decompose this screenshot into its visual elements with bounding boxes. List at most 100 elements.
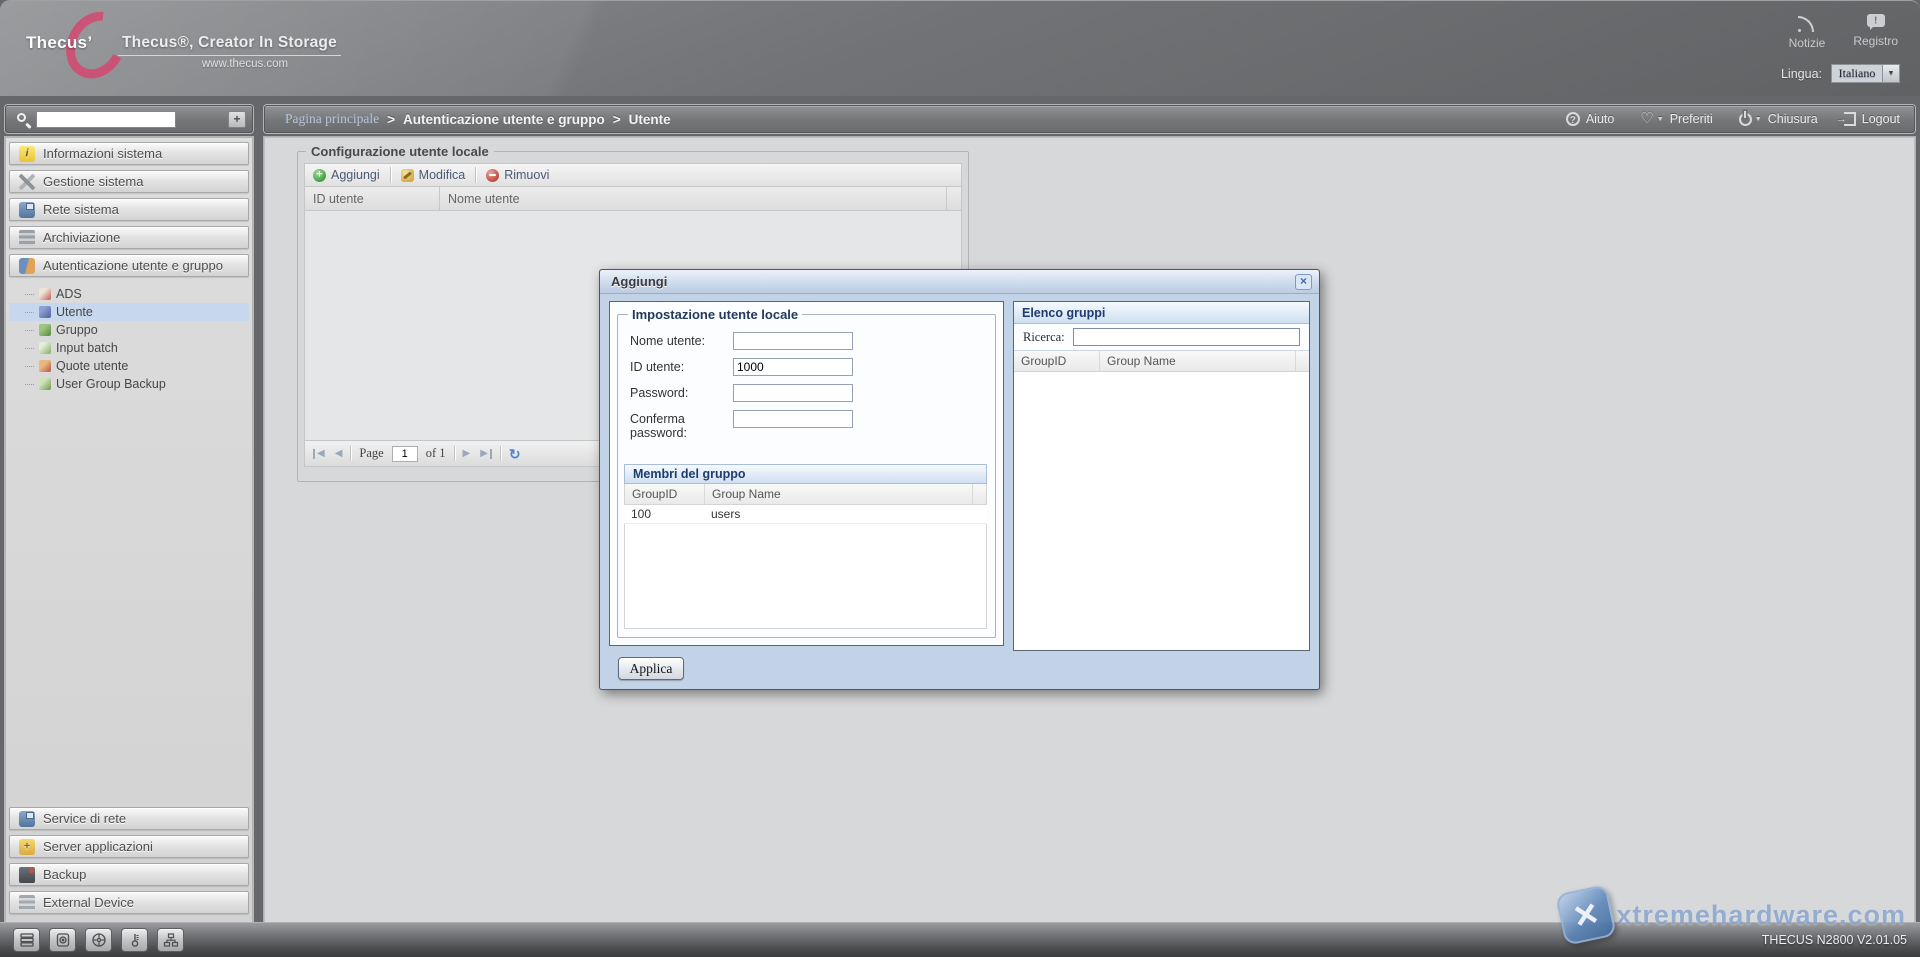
status-bar: THECUS N2800 V2.01.05 <box>0 922 1920 957</box>
submenu-item-input-batch[interactable]: Input batch <box>9 339 249 357</box>
sidebar-item-service-di-rete[interactable]: Service di rete <box>9 807 249 830</box>
language-select-value[interactable]: Italiano <box>1831 64 1883 83</box>
column-header-groupid[interactable]: GroupID <box>1014 351 1100 371</box>
breadcrumb-home-link[interactable]: Pagina principale <box>285 111 379 127</box>
disk-status-icon[interactable] <box>49 928 76 952</box>
group-search-input[interactable] <box>1073 328 1300 346</box>
network-icon <box>19 811 35 827</box>
row-spacer <box>974 505 987 523</box>
submenu-item-ads[interactable]: ADS <box>9 285 249 303</box>
sidebar-item-gestione-sistema[interactable]: Gestione sistema <box>9 170 249 193</box>
server-status-icon[interactable] <box>13 928 40 952</box>
search-icon <box>17 113 26 122</box>
sidebar-search-input[interactable] <box>36 111 176 128</box>
chiusura-button[interactable]: ▼ Chiusura <box>1739 112 1818 126</box>
submenu-item-gruppo[interactable]: Gruppo <box>9 321 249 339</box>
page-number-input[interactable] <box>392 446 418 462</box>
groups-grid-body <box>1014 373 1309 650</box>
paging-separator <box>500 446 501 461</box>
column-header-groupname[interactable]: Group Name <box>705 484 973 504</box>
sidebar-item-label: Archiviazione <box>43 230 120 245</box>
column-header-groupid[interactable]: GroupID <box>625 484 705 504</box>
column-header-nome-utente[interactable]: Nome utente <box>440 187 947 210</box>
sidebar-item-label: Rete sistema <box>43 202 119 217</box>
registro-label: Registro <box>1853 34 1898 48</box>
rimuovi-button[interactable]: Rimuovi <box>483 167 552 183</box>
submenu-item-quote-utente[interactable]: Quote utente <box>9 357 249 375</box>
sidebar-item-informazioni-sistema[interactable]: Informazioni sistema <box>9 142 249 165</box>
preferiti-label: Preferiti <box>1670 112 1713 126</box>
conferma-password-field[interactable] <box>733 410 853 428</box>
sidebar-item-label: Server applicazioni <box>43 839 153 854</box>
add-icon <box>313 169 326 182</box>
user-group-backup-icon <box>39 378 51 390</box>
log-bubble-icon <box>1867 14 1885 27</box>
network-status-icon[interactable] <box>157 928 184 952</box>
prev-page-button[interactable]: ◀ <box>335 449 343 459</box>
ads-icon <box>39 288 51 300</box>
column-header-id-utente[interactable]: ID utente <box>305 187 440 210</box>
submenu-item-user-group-backup[interactable]: User Group Backup <box>9 375 249 393</box>
rss-icon <box>1798 14 1816 32</box>
id-utente-field[interactable] <box>733 358 853 376</box>
modifica-button[interactable]: Modifica <box>398 167 469 183</box>
column-header-groupname[interactable]: Group Name <box>1100 351 1296 371</box>
submenu-item-utente[interactable]: Utente <box>9 303 249 321</box>
notizie-button[interactable]: Notizie <box>1789 14 1826 50</box>
user-grid-toolbar: Aggiungi Modifica Rimuovi <box>304 163 962 187</box>
column-header-spacer <box>1296 351 1309 371</box>
logout-button[interactable]: Logout <box>1844 112 1900 126</box>
sidebar-item-server-applicazioni[interactable]: Server applicazioni <box>9 835 249 858</box>
conferma-password-label: Conferma password: <box>630 410 733 441</box>
column-header-spacer <box>973 484 986 504</box>
refresh-icon[interactable]: ↻ <box>509 447 521 461</box>
members-grid-row[interactable]: 100 users <box>624 505 987 524</box>
header-website: www.thecus.com <box>118 58 372 70</box>
last-page-button[interactable]: ▶ <box>478 449 492 459</box>
first-page-button[interactable]: ◀ <box>313 449 327 459</box>
page-label: Page <box>359 446 383 461</box>
paging-separator <box>454 446 455 461</box>
aiuto-label: Aiuto <box>1586 112 1615 126</box>
network-icon <box>19 202 35 218</box>
ricerca-label: Ricerca: <box>1023 330 1065 345</box>
dialog-close-button[interactable]: × <box>1295 274 1312 290</box>
sidebar-expand-button[interactable]: + <box>228 111 246 128</box>
dialog-body: Impostazione utente locale Nome utente: … <box>600 294 1319 689</box>
groupname-cell: users <box>704 505 974 523</box>
user-grid-header: ID utente Nome utente <box>304 187 962 211</box>
rimuovi-label: Rimuovi <box>504 168 549 182</box>
column-header-spacer <box>947 187 961 210</box>
sidebar-item-archiviazione[interactable]: Archiviazione <box>9 226 249 249</box>
breadcrumb: Pagina principale > Autenticazione utent… <box>285 106 671 132</box>
submenu-label: User Group Backup <box>56 377 166 391</box>
external-device-icon <box>19 895 35 911</box>
password-field[interactable] <box>733 384 853 402</box>
header-tagline: Thecus®, Creator In Storage <box>118 34 341 56</box>
nome-utente-field[interactable] <box>733 332 853 350</box>
next-page-button[interactable]: ▶ <box>463 449 471 459</box>
firmware-version-label: THECUS N2800 V2.01.05 <box>1762 933 1907 947</box>
logout-label: Logout <box>1862 112 1900 126</box>
language-select-arrow[interactable]: ▼ <box>1883 64 1900 83</box>
aiuto-button[interactable]: ? Aiuto <box>1566 112 1615 126</box>
submenu-label: Input batch <box>56 341 118 355</box>
group-list-header: Elenco gruppi <box>1014 302 1309 324</box>
sidebar-item-backup[interactable]: Backup <box>9 863 249 886</box>
sidebar-item-autenticazione[interactable]: Autenticazione utente e gruppo <box>9 254 249 277</box>
group-members-panel: Membri del gruppo GroupID Group Name 100… <box>624 464 987 629</box>
sidebar-item-rete-sistema[interactable]: Rete sistema <box>9 198 249 221</box>
temperature-status-icon[interactable] <box>121 928 148 952</box>
preferiti-button[interactable]: ♡ ▼ Preferiti <box>1640 112 1712 126</box>
fan-status-icon[interactable] <box>85 928 112 952</box>
members-grid-header: GroupID Group Name <box>624 484 987 505</box>
storage-icon <box>19 230 35 246</box>
sidebar-item-external-device[interactable]: External Device <box>9 891 249 914</box>
members-grid-body <box>624 524 987 629</box>
aggiungi-button[interactable]: Aggiungi <box>310 167 383 183</box>
groupid-cell: 100 <box>624 505 704 523</box>
applica-button[interactable]: Applica <box>618 657 684 680</box>
registro-button[interactable]: Registro <box>1853 14 1898 50</box>
password-label: Password: <box>630 384 733 402</box>
dialog-titlebar[interactable]: Aggiungi <box>600 270 1319 294</box>
